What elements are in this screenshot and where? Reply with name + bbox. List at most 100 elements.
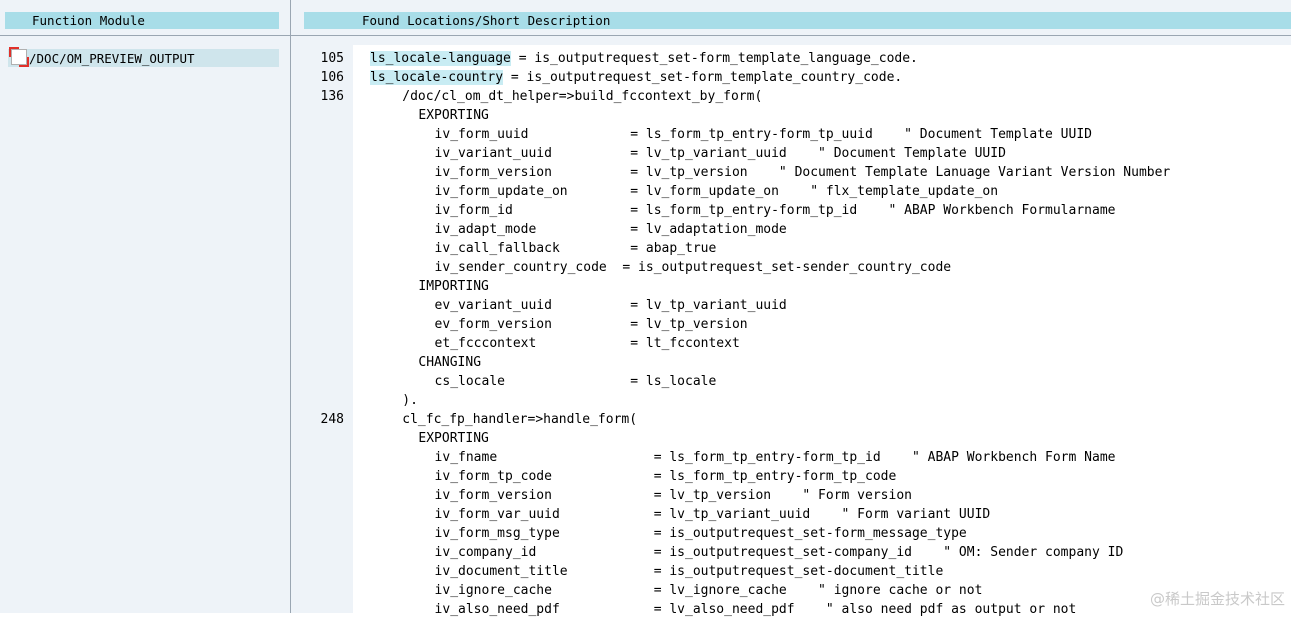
code-text-content: EXPORTING xyxy=(418,108,489,123)
code-text: iv_form_version = lv_tp_version " Docume… xyxy=(435,163,1171,182)
code-line[interactable]: 136/doc/cl_om_dt_helper=>build_fccontext… xyxy=(291,87,1291,106)
line-number: 106 xyxy=(304,69,347,86)
code-text: iv_sender_country_code = is_outputreques… xyxy=(435,258,952,277)
code-line[interactable]: iv_company_id = is_outputrequest_set-com… xyxy=(291,543,1291,562)
code-line[interactable]: et_fcccontext = lt_fccontext xyxy=(291,334,1291,353)
code-text: iv_variant_uuid = lv_tp_variant_uuid " D… xyxy=(435,144,1006,163)
code-line[interactable]: 106 ls_locale-country = is_outputrequest_… xyxy=(291,68,1291,87)
line-number xyxy=(304,164,347,181)
code-text: ls_locale-country = is_outputrequest_set… xyxy=(370,68,902,87)
code-text: CHANGING xyxy=(418,353,481,372)
code-line[interactable]: iv_also_need_pdf = lv_also_need_pdf " al… xyxy=(291,600,1291,619)
code-text: EXPORTING xyxy=(418,106,488,125)
line-number xyxy=(304,544,347,561)
code-text: iv_call_fallback = abap_true xyxy=(435,239,717,258)
code-line[interactable]: EXPORTING xyxy=(291,106,1291,125)
found-locations-pane: Found Locations/Short Description 105 ls_… xyxy=(291,0,1291,617)
code-line[interactable]: iv_form_var_uuid = lv_tp_variant_uuid " … xyxy=(291,505,1291,524)
code-line[interactable]: iv_form_id = ls_form_tp_entry-form_tp_id… xyxy=(291,201,1291,220)
code-line[interactable]: iv_call_fallback = abap_true xyxy=(291,239,1291,258)
code-text: iv_also_need_pdf = lv_also_need_pdf " al… xyxy=(435,600,1077,619)
code-text: iv_fname = ls_form_tp_entry-form_tp_id "… xyxy=(435,448,1116,467)
code-line[interactable]: iv_form_update_on = lv_form_update_on " … xyxy=(291,182,1291,201)
code-line[interactable]: iv_form_uuid = ls_form_tp_entry-form_tp_… xyxy=(291,125,1291,144)
code-line[interactable]: cs_locale = ls_locale xyxy=(291,372,1291,391)
code-line[interactable]: iv_form_version = lv_tp_version " Docume… xyxy=(291,163,1291,182)
line-number xyxy=(304,278,347,295)
line-number xyxy=(304,221,347,238)
code-text: iv_form_version = lv_tp_version " Form v… xyxy=(435,486,912,505)
line-number xyxy=(304,335,347,352)
line-number xyxy=(304,582,347,599)
line-number: 248 xyxy=(304,411,347,428)
line-number xyxy=(304,392,347,409)
header-separator xyxy=(291,35,1291,36)
code-line[interactable]: ev_form_version = lv_tp_version xyxy=(291,315,1291,334)
code-line[interactable]: iv_form_version = lv_tp_version " Form v… xyxy=(291,486,1291,505)
code-line[interactable]: iv_document_title = is_outputrequest_set… xyxy=(291,562,1291,581)
code-text-content: iv_company_id = is_outputrequest_set-com… xyxy=(434,545,1124,560)
line-number: 105 xyxy=(304,50,347,67)
line-number xyxy=(304,373,347,390)
code-text: ). xyxy=(402,391,418,410)
code-line[interactable]: 105 ls_locale-language = is_outputrequest… xyxy=(291,49,1291,68)
function-module-name: /DOC/OM_PREVIEW_OUTPUT xyxy=(29,50,195,66)
code-text-content: et_fcccontext = lt_fccontext xyxy=(434,336,740,351)
code-listing: 105 ls_locale-language = is_outputrequest… xyxy=(291,49,1291,619)
code-text: iv_company_id = is_outputrequest_set-com… xyxy=(435,543,1124,562)
watermark: @稀土掘金技术社区 xyxy=(1149,590,1285,608)
code-text-content: iv_fname = ls_form_tp_entry-form_tp_id "… xyxy=(434,450,1116,465)
code-line[interactable]: ev_variant_uuid = lv_tp_variant_uuid xyxy=(291,296,1291,315)
line-number xyxy=(304,183,347,200)
code-text: cs_locale = ls_locale xyxy=(435,372,717,391)
line-number xyxy=(304,430,347,447)
function-module-pane: Function Module /DOC/OM_PREVIEW_OUTPUT xyxy=(0,0,291,613)
code-text: EXPORTING xyxy=(418,429,488,448)
code-text: ev_variant_uuid = lv_tp_variant_uuid xyxy=(435,296,787,315)
code-line[interactable]: CHANGING xyxy=(291,353,1291,372)
code-line[interactable]: 248 cl_fc_fp_handler=>handle_form( xyxy=(291,410,1291,429)
code-line[interactable]: iv_form_tp_code = ls_form_tp_entry-form_… xyxy=(291,467,1291,486)
code-line[interactable]: iv_fname = ls_form_tp_entry-form_tp_id "… xyxy=(291,448,1291,467)
code-text-content: iv_form_version = lv_tp_version " Docume… xyxy=(434,165,1171,180)
line-number xyxy=(304,145,347,162)
found-locations-column-header[interactable]: Found Locations/Short Description xyxy=(304,12,1291,29)
code-text: et_fcccontext = lt_fccontext xyxy=(435,334,740,353)
function-module-row[interactable]: /DOC/OM_PREVIEW_OUTPUT xyxy=(8,47,279,67)
code-text: iv_form_uuid = ls_form_tp_entry-form_tp_… xyxy=(435,125,1092,144)
line-number xyxy=(304,506,347,523)
code-text-content: cl_fc_fp_handler=>handle_form( xyxy=(402,412,638,427)
code-text-content: iv_form_var_uuid = lv_tp_variant_uuid " … xyxy=(434,507,991,522)
search-match-highlight: ls_locale-language xyxy=(370,51,511,66)
function-module-column-header[interactable]: Function Module xyxy=(5,12,279,29)
code-line[interactable]: iv_adapt_mode = lv_adaptation_mode xyxy=(291,220,1291,239)
code-line[interactable]: iv_form_msg_type = is_outputrequest_set-… xyxy=(291,524,1291,543)
line-number xyxy=(304,240,347,257)
code-text-content: iv_call_fallback = abap_true xyxy=(434,241,717,256)
line-number xyxy=(304,259,347,276)
line-number xyxy=(304,316,347,333)
code-text-content: iv_form_tp_code = ls_form_tp_entry-form_… xyxy=(434,469,897,484)
code-line[interactable]: IMPORTING xyxy=(291,277,1291,296)
code-text: iv_ignore_cache = lv_ignore_cache " igno… xyxy=(435,581,983,600)
line-number xyxy=(304,563,347,580)
code-line[interactable]: iv_ignore_cache = lv_ignore_cache " igno… xyxy=(291,581,1291,600)
line-number xyxy=(304,487,347,504)
code-text-content: ). xyxy=(402,393,418,408)
line-number xyxy=(304,107,347,124)
header-separator xyxy=(0,35,290,36)
code-text-content: iv_adapt_mode = lv_adaptation_mode xyxy=(434,222,787,237)
code-line[interactable]: iv_sender_country_code = is_outputreques… xyxy=(291,258,1291,277)
checkbox-icon[interactable] xyxy=(9,47,29,67)
code-line[interactable]: EXPORTING xyxy=(291,429,1291,448)
code-text: iv_form_msg_type = is_outputrequest_set-… xyxy=(435,524,967,543)
code-line[interactable]: iv_variant_uuid = lv_tp_variant_uuid " D… xyxy=(291,144,1291,163)
code-text-content: iv_sender_country_code = is_outputreques… xyxy=(434,260,952,275)
code-text-content: iv_form_msg_type = is_outputrequest_set-… xyxy=(434,526,967,541)
code-text: iv_form_update_on = lv_form_update_on " … xyxy=(435,182,999,201)
code-line[interactable]: ). xyxy=(291,391,1291,410)
line-number xyxy=(304,449,347,466)
code-text-content: iv_variant_uuid = lv_tp_variant_uuid " D… xyxy=(434,146,1006,161)
code-text: ev_form_version = lv_tp_version xyxy=(435,315,748,334)
code-text: /doc/cl_om_dt_helper=>build_fccontext_by… xyxy=(402,87,762,106)
